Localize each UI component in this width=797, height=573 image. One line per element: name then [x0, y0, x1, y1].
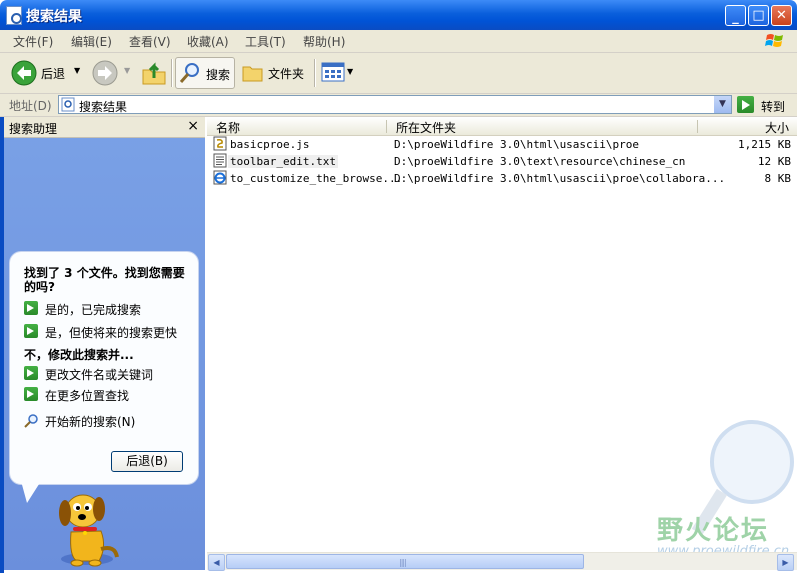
option-faster-label: 是，但使将来的搜索更快	[45, 326, 178, 340]
address-value: 搜索结果	[79, 100, 128, 114]
maximize-button[interactable]: □	[748, 5, 769, 26]
script-file-icon	[213, 136, 227, 151]
green-arrow-icon	[24, 366, 38, 380]
windows-logo-icon	[765, 34, 783, 47]
option-rename-label: 更改文件名或关键词	[45, 368, 154, 382]
folders-button[interactable]: 文件夹	[240, 57, 308, 89]
menu-edit[interactable]: 编辑(E)	[71, 33, 112, 50]
file-size: 12 KB	[757, 155, 791, 168]
go-button[interactable]: 转到	[737, 95, 795, 115]
file-size: 1,215 KB	[738, 138, 791, 151]
search-button[interactable]: 搜索	[175, 57, 235, 89]
table-row[interactable]: basicproe.js D:\proeWildfire 3.0\html\us…	[207, 136, 797, 153]
go-label: 转到	[761, 100, 786, 114]
search-icon	[24, 414, 38, 428]
title-bar[interactable]: 搜索结果 _ □ ✕	[0, 0, 797, 30]
assistant-header: 搜索助理 ×	[4, 117, 205, 138]
file-name: to_customize_the_browse...	[230, 172, 403, 185]
back-dropdown-icon[interactable]: ▼	[74, 66, 80, 75]
assistant-title: 搜索助理	[9, 122, 58, 136]
table-row[interactable]: toolbar_edit.txt D:\proeWildfire 3.0\tex…	[207, 153, 797, 170]
search-assistant-pane: 搜索助理 × 找到了 3 个文件。找到您需要的吗? 是的，已完成搜索 是，但使将…	[4, 117, 205, 570]
option-new-search-label: 开始新的搜索(N)	[45, 415, 136, 429]
column-size[interactable]: 大小	[765, 119, 789, 136]
toolbar-separator	[314, 59, 316, 87]
views-button[interactable]: ▼	[319, 57, 357, 89]
column-header: 名称 所在文件夹 大小	[207, 117, 797, 136]
assistant-back-button[interactable]: 后退(B)	[111, 451, 183, 472]
column-divider[interactable]	[386, 120, 387, 133]
menu-favorites[interactable]: 收藏(A)	[187, 33, 229, 50]
file-folder: D:\proeWildfire 3.0\text\resource\chines…	[394, 155, 686, 168]
search-dog-icon[interactable]	[49, 487, 129, 569]
up-folder-button[interactable]	[140, 57, 168, 89]
close-button[interactable]: ✕	[771, 5, 792, 26]
text-file-icon	[213, 153, 227, 168]
toolbar-separator	[171, 59, 173, 87]
menu-bar: 文件(F) 编辑(E) 查看(V) 收藏(A) 工具(T) 帮助(H)	[0, 30, 797, 53]
search-folder-icon	[6, 6, 22, 25]
html-file-icon	[213, 170, 227, 185]
menu-help[interactable]: 帮助(H)	[303, 33, 345, 50]
back-arrow-icon	[11, 60, 37, 86]
balloon-tail	[21, 481, 41, 503]
results-pane: 名称 所在文件夹 大小 basicproe.js D:\proeWildfire…	[207, 117, 797, 573]
menu-view[interactable]: 查看(V)	[129, 33, 171, 50]
scroll-thumb[interactable]: ||||	[226, 554, 584, 569]
horizontal-scrollbar[interactable]: ◀ |||| ▶	[207, 552, 797, 571]
assistant-balloon: 找到了 3 个文件。找到您需要的吗? 是的，已完成搜索 是，但使将来的搜索更快 …	[9, 251, 199, 485]
green-arrow-icon	[24, 324, 38, 338]
address-dropdown-button[interactable]: ▼	[713, 96, 731, 113]
address-input[interactable]: 搜索结果 ▼	[58, 95, 732, 114]
window-title: 搜索结果	[26, 9, 82, 25]
option-done-label: 是的，已完成搜索	[45, 303, 142, 317]
column-name[interactable]: 名称	[216, 119, 240, 136]
minimize-button[interactable]: _	[725, 5, 746, 26]
forward-button[interactable]: ▼	[91, 57, 133, 89]
folder-icon	[242, 66, 263, 82]
views-dropdown-icon: ▼	[347, 67, 354, 76]
up-folder-icon	[142, 62, 166, 85]
scroll-left-arrow-icon[interactable]: ◀	[208, 554, 225, 571]
file-folder: D:\proeWildfire 3.0\html\usascii\proe	[394, 138, 640, 151]
toolbar: 后退 ▼ ▼ 搜索 文件夹 ▼	[0, 53, 797, 94]
search-folder-icon	[61, 97, 75, 112]
refine-heading: 不，修改此搜索并...	[24, 348, 134, 362]
menu-file[interactable]: 文件(F)	[13, 33, 53, 50]
table-row[interactable]: to_customize_the_browse... D:\proeWildfi…	[207, 170, 797, 187]
file-size: 8 KB	[764, 172, 792, 185]
go-arrow-icon	[737, 96, 754, 113]
search-icon	[179, 63, 199, 83]
forward-dropdown-icon[interactable]: ▼	[124, 66, 130, 75]
forward-arrow-icon	[92, 60, 118, 86]
column-divider[interactable]	[697, 120, 698, 133]
column-folder[interactable]: 所在文件夹	[396, 119, 456, 136]
green-arrow-icon	[24, 387, 38, 401]
back-label: 后退	[41, 67, 66, 81]
green-arrow-icon	[24, 301, 38, 315]
back-button[interactable]: 后退 ▼	[8, 57, 86, 89]
file-name: toolbar_edit.txt	[228, 155, 338, 168]
views-icon	[321, 62, 345, 82]
search-label: 搜索	[206, 68, 231, 82]
address-label: 地址(D)	[9, 99, 52, 113]
option-more-locations-label: 在更多位置查找	[45, 389, 130, 403]
file-folder: D:\proeWildfire 3.0\html\usascii\proe\co…	[394, 172, 726, 185]
watermark-text: 野火论坛	[657, 516, 770, 546]
file-name: basicproe.js	[230, 138, 310, 151]
address-bar: 地址(D) 搜索结果 ▼ 转到	[0, 94, 797, 117]
folders-label: 文件夹	[268, 67, 305, 81]
assistant-close-icon[interactable]: ×	[187, 118, 199, 134]
results-question: 找到了 3 个文件。找到您需要的吗?	[24, 266, 185, 294]
scroll-right-arrow-icon[interactable]: ▶	[777, 554, 794, 571]
menu-tools[interactable]: 工具(T)	[245, 33, 286, 50]
